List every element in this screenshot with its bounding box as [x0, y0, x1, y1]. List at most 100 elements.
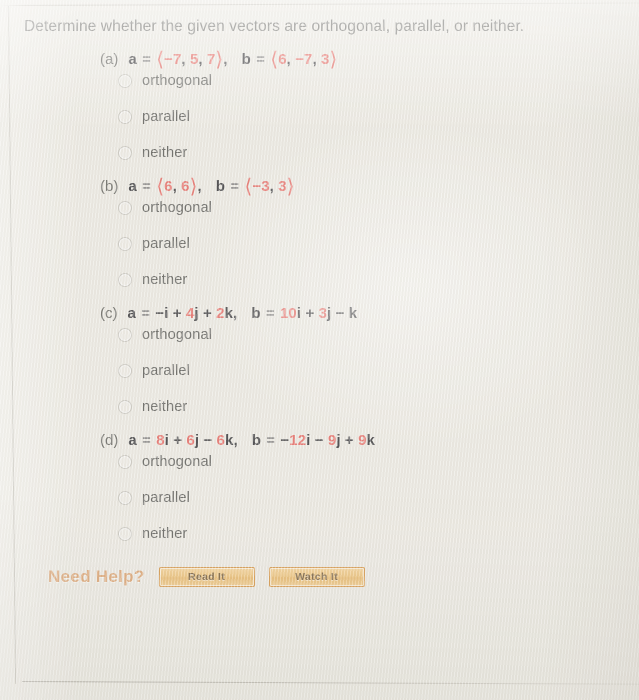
term-b2-unit: j [336, 431, 341, 449]
term-b3-sign: + [344, 431, 354, 449]
option-label: neither [142, 144, 188, 161]
part-a-option-parallel[interactable]: parallel [118, 108, 625, 126]
part-c-vectors: a = −i + 4j + 2k, b = 10i + 3j − k [127, 304, 358, 322]
part-b-vectors: a = ⟨6, 6⟩, b = ⟨−3, 3⟩ [128, 173, 295, 198]
part-d-option-neither[interactable]: neither [118, 525, 625, 543]
part-a-options: orthogonal parallel neither [22, 72, 625, 162]
term-b1-coeff: 10 [279, 304, 297, 322]
term-b2-sign: − [314, 431, 324, 449]
vector-b-name: b [251, 431, 261, 449]
part-d-option-parallel[interactable]: parallel [118, 489, 625, 507]
part-a-option-orthogonal[interactable]: orthogonal [118, 72, 625, 90]
question-content: Determine whether the given vectors are … [0, 0, 639, 587]
term-a1-unit: i [164, 304, 169, 322]
part-c-options: orthogonal parallel neither [22, 326, 625, 416]
option-label: parallel [142, 362, 190, 379]
radio-icon[interactable] [118, 272, 132, 287]
option-label: neither [142, 271, 188, 288]
radio-icon[interactable] [118, 145, 132, 160]
watch-it-button[interactable]: Watch It [268, 566, 365, 587]
term-a2-sign: + [173, 431, 183, 449]
option-label: neither [142, 398, 188, 415]
vector-a-name: a [127, 304, 136, 322]
vector-b-name: b [241, 50, 251, 68]
vector-b-comp-3: 3 [321, 50, 330, 68]
radio-icon[interactable] [118, 399, 132, 414]
part-c-label: (c) [100, 304, 118, 322]
term-a2-coeff: 6 [186, 431, 195, 449]
option-label: orthogonal [142, 72, 213, 89]
radio-icon[interactable] [118, 200, 132, 215]
term-a3-unit: k [224, 304, 234, 322]
part-a-label: (a) [100, 50, 119, 68]
term-b3-unit: k [366, 431, 375, 449]
part-d-option-orthogonal[interactable]: orthogonal [118, 453, 625, 471]
option-label: parallel [142, 489, 190, 506]
vector-b-comp-1: 6 [278, 50, 287, 68]
part-a-vectors: a = ⟨−7, 5, 7⟩, b = ⟨6, −7, 3⟩ [128, 46, 338, 71]
part-b-options: orthogonal parallel neither [22, 199, 625, 289]
part-d-vectors: a = 8i + 6j − 6k, b = −12i − 9j + 9k [128, 431, 375, 449]
part-c-expression-row: (c) a = −i + 4j + 2k, b = 10i + 3j − k [22, 305, 625, 322]
question-prompt: Determine whether the given vectors are … [24, 18, 525, 35]
read-it-button-label: Read It [187, 570, 226, 583]
term-b1-coeff: 12 [289, 431, 307, 449]
part-d-options: orthogonal parallel neither [22, 453, 625, 543]
radio-icon[interactable] [118, 526, 132, 541]
radio-icon[interactable] [118, 454, 132, 469]
part-d-label: (d) [100, 431, 119, 449]
term-a3-sign: − [203, 431, 213, 449]
part-c-option-parallel[interactable]: parallel [118, 362, 625, 380]
part-a-expression-row: (a) a = ⟨−7, 5, 7⟩, b = ⟨6, −7, 3⟩ [22, 46, 625, 71]
question-part-c: (c) a = −i + 4j + 2k, b = 10i + 3j − k or… [22, 305, 625, 416]
term-b2-coeff: 3 [318, 304, 328, 322]
part-b-option-parallel[interactable]: parallel [118, 235, 625, 253]
part-a-option-neither[interactable]: neither [118, 144, 625, 162]
watch-it-button-label: Watch It [295, 570, 338, 583]
term-a3-sign: + [202, 304, 212, 322]
radio-icon[interactable] [118, 490, 132, 505]
question-part-b: (b) a = ⟨6, 6⟩, b = ⟨−3, 3⟩ orthogonal pa… [22, 173, 625, 289]
radio-icon[interactable] [118, 327, 132, 342]
option-label: orthogonal [142, 453, 213, 470]
term-b3-unit: k [348, 304, 358, 322]
vector-b-comp-1: −3 [252, 177, 270, 195]
radio-icon[interactable] [118, 73, 132, 88]
radio-icon[interactable] [118, 236, 132, 251]
term-b2-sign: + [305, 304, 315, 322]
vector-a-comp-1: 6 [164, 177, 173, 195]
page-bottom-divider [21, 681, 639, 685]
part-c-option-orthogonal[interactable]: orthogonal [118, 326, 625, 344]
vector-a-name: a [128, 431, 137, 449]
question-part-a: (a) a = ⟨−7, 5, 7⟩, b = ⟨6, −7, 3⟩ orthog… [22, 46, 625, 162]
vector-a-comp-1: −7 [164, 50, 182, 68]
need-help-label: Need Help? [48, 566, 145, 586]
term-b3-coeff: 9 [358, 431, 367, 449]
vector-b-name: b [215, 177, 226, 195]
vector-a-name: a [128, 177, 137, 195]
question-part-d: (d) a = 8i + 6j − 6k, b = −12i − 9j + 9k … [22, 432, 625, 543]
part-d-expression-row: (d) a = 8i + 6j − 6k, b = −12i − 9j + 9k [22, 432, 625, 449]
option-label: orthogonal [142, 199, 213, 216]
vector-b-name: b [251, 304, 261, 322]
part-b-option-orthogonal[interactable]: orthogonal [118, 199, 625, 217]
radio-icon[interactable] [118, 109, 132, 124]
term-a3-coeff: 6 [216, 431, 225, 449]
option-label: parallel [142, 235, 190, 252]
read-it-button[interactable]: Read It [158, 566, 255, 587]
part-c-option-neither[interactable]: neither [118, 398, 625, 416]
need-help-bar: Need Help? Read It Watch It [48, 566, 625, 587]
option-label: orthogonal [142, 326, 213, 343]
term-a2-sign: + [172, 304, 182, 322]
term-a1-coeff: 8 [156, 431, 165, 449]
term-a3-coeff: 2 [216, 304, 225, 322]
part-b-option-neither[interactable]: neither [118, 271, 625, 289]
part-b-label: (b) [100, 177, 119, 195]
vector-a-name: a [128, 50, 137, 68]
radio-icon[interactable] [118, 363, 132, 378]
term-a1-sign: − [155, 304, 165, 322]
part-b-expression-row: (b) a = ⟨6, 6⟩, b = ⟨−3, 3⟩ [22, 173, 625, 198]
option-label: neither [142, 525, 188, 542]
vector-a-comp-2: 6 [181, 177, 190, 195]
term-b1-sign: − [280, 431, 290, 449]
